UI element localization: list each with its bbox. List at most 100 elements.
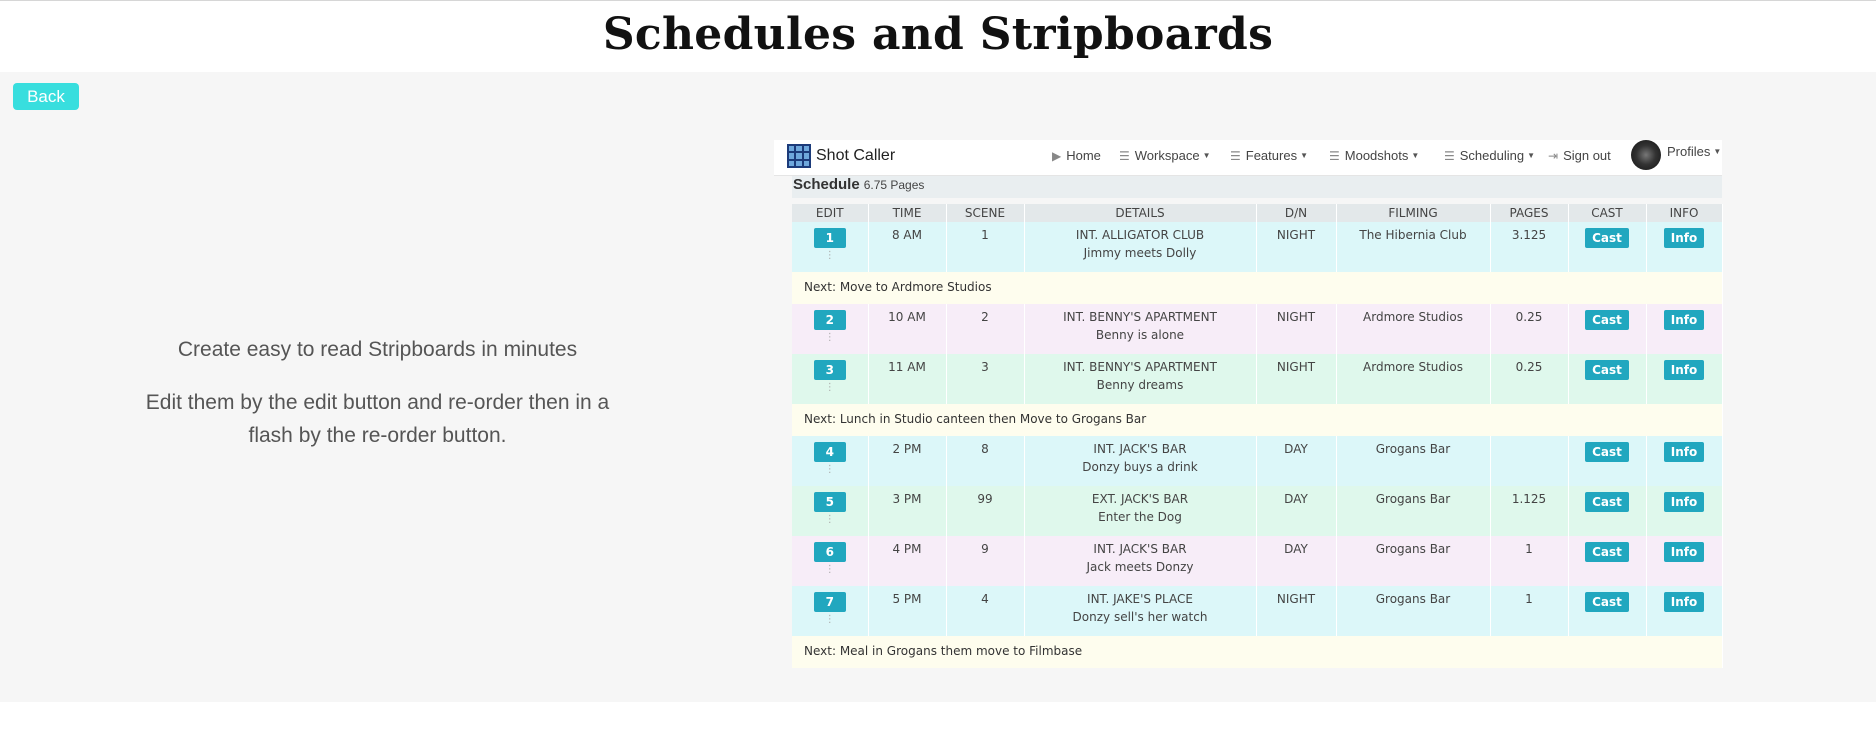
move-note-row: Next: Lunch in Studio canteen then Move … bbox=[792, 404, 1723, 436]
cast-button[interactable]: Cast bbox=[1585, 228, 1629, 248]
filming-cell: Grogans Bar bbox=[1336, 536, 1491, 586]
brand[interactable]: Shot Caller bbox=[787, 142, 895, 170]
edit-button[interactable]: 6 bbox=[813, 542, 846, 562]
cast-button[interactable]: Cast bbox=[1585, 310, 1629, 330]
cast-button[interactable]: Cast bbox=[1585, 542, 1629, 562]
chevron-down-icon: ▼ bbox=[1713, 147, 1722, 156]
footer-band bbox=[0, 702, 1876, 735]
nav-home[interactable]: ▶ Home bbox=[1052, 148, 1101, 163]
scene-description: Jimmy meets Dolly bbox=[1083, 246, 1197, 260]
chevron-down-icon: ▼ bbox=[1300, 151, 1308, 160]
day-night-cell: NIGHT bbox=[1256, 354, 1337, 404]
pages-cell: 1 bbox=[1490, 536, 1569, 586]
time-cell: 3 PM bbox=[868, 486, 947, 536]
nav-sign-out[interactable]: ⇥ Sign out bbox=[1548, 148, 1611, 163]
day-night-cell: DAY bbox=[1256, 436, 1337, 486]
drag-handle-icon[interactable]: ⋮ bbox=[792, 615, 868, 625]
app-navbar: Shot Caller ▶ Home ☰ Workspace ▼ ☰ Featu… bbox=[774, 140, 1722, 176]
info-button[interactable]: Info bbox=[1664, 442, 1704, 462]
nav-profiles-label: Profiles bbox=[1667, 144, 1711, 159]
details-cell: INT. BENNY'S APARTMENT Benny dreams bbox=[1024, 354, 1257, 404]
info-button[interactable]: Info bbox=[1664, 228, 1704, 248]
page-header: Schedules and Stripboards bbox=[0, 1, 1876, 72]
pages-cell: 0.25 bbox=[1490, 354, 1569, 404]
avatar[interactable] bbox=[1631, 140, 1661, 170]
table-row: 4 ⋮ 2 PM 8 INT. JACK'S BAR Donzy buys a … bbox=[792, 436, 1723, 486]
time-cell: 10 AM bbox=[868, 304, 947, 354]
scene-cell: 4 bbox=[946, 586, 1025, 636]
edit-button[interactable]: 5 bbox=[813, 492, 846, 512]
col-cast: CAST bbox=[1568, 204, 1647, 222]
nav-moodshots[interactable]: ☰ Moodshots ▼ bbox=[1329, 148, 1419, 163]
time-cell: 2 PM bbox=[868, 436, 947, 486]
scene-description: Jack meets Donzy bbox=[1086, 560, 1194, 574]
info-cell: Info bbox=[1646, 436, 1723, 486]
edit-button[interactable]: 4 bbox=[813, 442, 846, 462]
chevron-down-icon: ▼ bbox=[1202, 151, 1211, 160]
col-dn: D/N bbox=[1256, 204, 1337, 222]
col-scene: SCENE bbox=[946, 204, 1025, 222]
drag-handle-icon[interactable]: ⋮ bbox=[792, 251, 868, 261]
info-button[interactable]: Info bbox=[1664, 592, 1704, 612]
info-button[interactable]: Info bbox=[1664, 310, 1704, 330]
info-cell: Info bbox=[1646, 536, 1723, 586]
info-cell: Info bbox=[1646, 222, 1723, 272]
scene-cell: 99 bbox=[946, 486, 1025, 536]
edit-button[interactable]: 3 bbox=[813, 360, 846, 380]
scene-cell: 1 bbox=[946, 222, 1025, 272]
nav-scheduling-label: Scheduling bbox=[1459, 148, 1525, 163]
drag-handle-icon[interactable]: ⋮ bbox=[792, 333, 868, 343]
set-name: INT. JAKE'S PLACE bbox=[1087, 592, 1193, 606]
time-cell: 11 AM bbox=[868, 354, 947, 404]
nav-features[interactable]: ☰ Features ▼ bbox=[1230, 148, 1308, 163]
scene-cell: 3 bbox=[946, 354, 1025, 404]
table-row: 3 ⋮ 11 AM 3 INT. BENNY'S APARTMENT Benny… bbox=[792, 354, 1723, 404]
promo-description: Edit them by the edit button and re-orde… bbox=[145, 391, 610, 447]
scene-description: Enter the Dog bbox=[1098, 510, 1182, 524]
info-cell: Info bbox=[1646, 586, 1723, 636]
day-night-cell: NIGHT bbox=[1256, 586, 1337, 636]
nav-scheduling[interactable]: ☰ Scheduling ▼ bbox=[1444, 148, 1535, 163]
pages-cell bbox=[1490, 436, 1569, 486]
scene-cell: 2 bbox=[946, 304, 1025, 354]
edit-cell: 4 ⋮ bbox=[792, 436, 869, 486]
cast-button[interactable]: Cast bbox=[1585, 360, 1629, 380]
filming-cell: Grogans Bar bbox=[1336, 486, 1491, 536]
info-cell: Info bbox=[1646, 304, 1723, 354]
drag-handle-icon[interactable]: ⋮ bbox=[792, 465, 868, 475]
table-row: 2 ⋮ 10 AM 2 INT. BENNY'S APARTMENT Benny… bbox=[792, 304, 1723, 354]
filming-cell: Grogans Bar bbox=[1336, 436, 1491, 486]
col-details: DETAILS bbox=[1024, 204, 1257, 222]
info-button[interactable]: Info bbox=[1664, 360, 1704, 380]
cast-button[interactable]: Cast bbox=[1585, 492, 1629, 512]
edit-button[interactable]: 2 bbox=[813, 310, 846, 330]
cast-cell: Cast bbox=[1568, 354, 1647, 404]
edit-button[interactable]: 1 bbox=[813, 228, 846, 248]
table-row: 5 ⋮ 3 PM 99 EXT. JACK'S BAR Enter the Do… bbox=[792, 486, 1723, 536]
drag-handle-icon[interactable]: ⋮ bbox=[792, 565, 868, 575]
col-info: INFO bbox=[1646, 204, 1723, 222]
col-filming: FILMING bbox=[1336, 204, 1491, 222]
move-note-row: Next: Meal in Grogans them move to Filmb… bbox=[792, 636, 1723, 668]
nav-workspace[interactable]: ☰ Workspace ▼ bbox=[1119, 148, 1210, 163]
drag-handle-icon[interactable]: ⋮ bbox=[792, 383, 868, 393]
move-note: Next: Meal in Grogans them move to Filmb… bbox=[792, 636, 1723, 668]
info-button[interactable]: Info bbox=[1664, 492, 1704, 512]
table-row: 6 ⋮ 4 PM 9 INT. JACK'S BAR Jack meets Do… bbox=[792, 536, 1723, 586]
filming-cell: Ardmore Studios bbox=[1336, 304, 1491, 354]
info-button[interactable]: Info bbox=[1664, 542, 1704, 562]
cast-button[interactable]: Cast bbox=[1585, 442, 1629, 462]
time-cell: 5 PM bbox=[868, 586, 947, 636]
back-button[interactable]: Back bbox=[13, 83, 79, 110]
cast-cell: Cast bbox=[1568, 304, 1647, 354]
edit-button[interactable]: 7 bbox=[813, 592, 846, 612]
nav-home-label: Home bbox=[1066, 148, 1101, 163]
cast-cell: Cast bbox=[1568, 222, 1647, 272]
details-cell: INT. JAKE'S PLACE Donzy sell's her watch bbox=[1024, 586, 1257, 636]
table-body: 1 ⋮ 8 AM 1 INT. ALLIGATOR CLUB Jimmy mee… bbox=[792, 222, 1723, 668]
move-note: Next: Move to Ardmore Studios bbox=[792, 272, 1723, 304]
menu-icon: ☰ bbox=[1119, 148, 1130, 163]
cast-button[interactable]: Cast bbox=[1585, 592, 1629, 612]
drag-handle-icon[interactable]: ⋮ bbox=[792, 515, 868, 525]
nav-profiles[interactable]: Profiles ▼ bbox=[1667, 144, 1721, 159]
